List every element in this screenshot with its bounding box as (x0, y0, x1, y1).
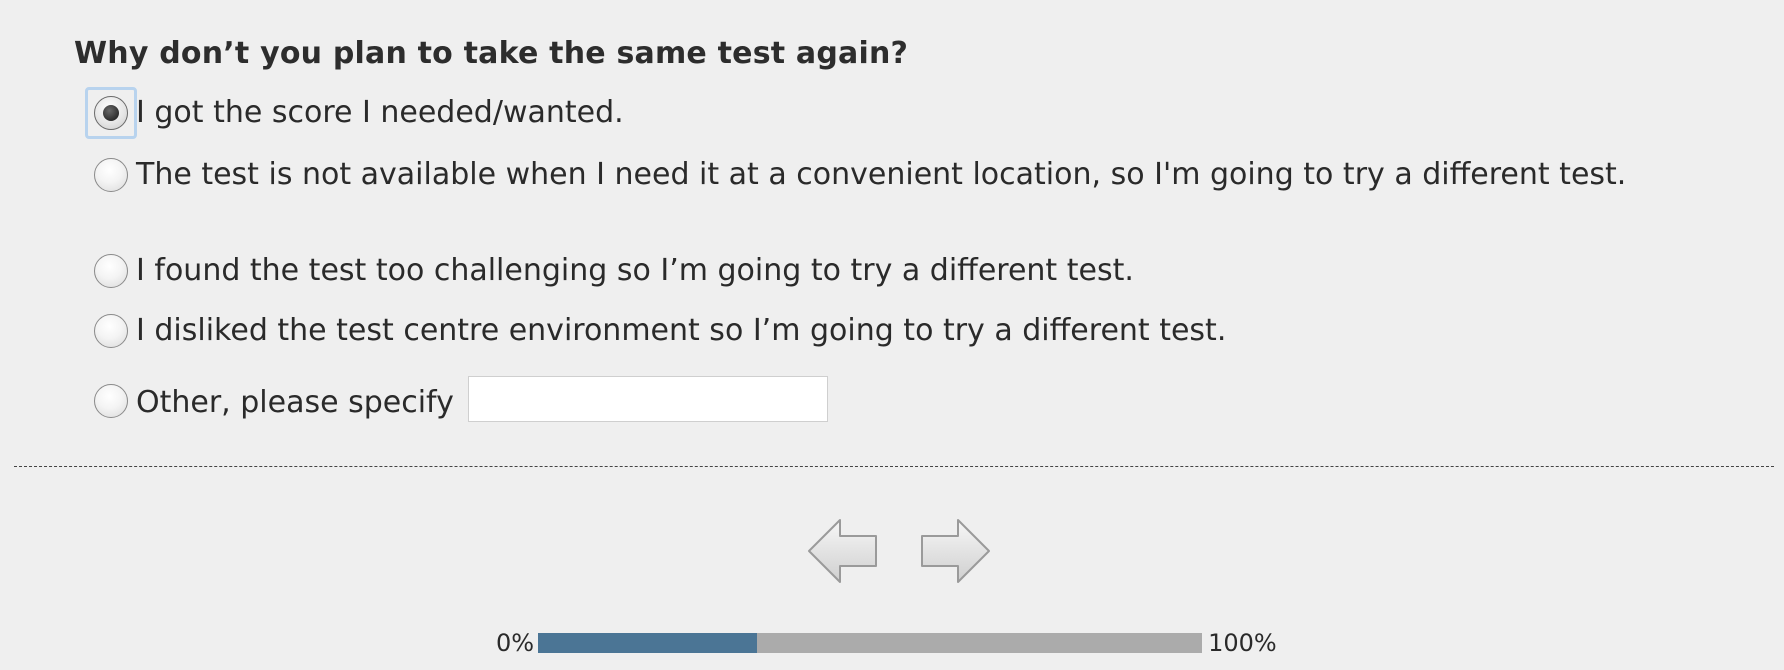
option-other[interactable]: Other, please specify (92, 375, 828, 422)
radio-wrapper (92, 252, 132, 292)
option-not-available[interactable]: The test is not available when I need it… (92, 156, 1692, 196)
option-label-too-challenging[interactable]: I found the test too challenging so I’m … (136, 252, 1134, 289)
option-label-not-available[interactable]: The test is not available when I need it… (136, 156, 1692, 193)
other-specify-input[interactable] (467, 375, 828, 422)
radio-wrapper (92, 156, 132, 196)
next-button[interactable] (918, 516, 992, 586)
section-divider (14, 466, 1774, 467)
progress-track (538, 633, 1203, 653)
option-score-needed[interactable]: I got the score I needed/wanted. (85, 87, 624, 139)
option-label-disliked-environment[interactable]: I disliked the test centre environment s… (136, 312, 1226, 349)
radio-not-available[interactable] (94, 158, 128, 192)
progress-fill (538, 633, 758, 653)
radio-disliked-environment[interactable] (94, 314, 128, 348)
arrow-right-icon (921, 519, 990, 583)
progress-start-label: 0% (496, 629, 535, 657)
option-disliked-environment[interactable]: I disliked the test centre environment s… (92, 312, 1226, 352)
option-too-challenging[interactable]: I found the test too challenging so I’m … (92, 252, 1134, 292)
radio-too-challenging[interactable] (94, 254, 128, 288)
question-title: Why don’t you plan to take the same test… (74, 36, 909, 71)
radio-wrapper (92, 312, 132, 352)
option-label-other[interactable]: Other, please specify (136, 384, 454, 421)
progress-end-label: 100% (1208, 629, 1277, 657)
option-label-score-needed[interactable]: I got the score I needed/wanted. (136, 94, 624, 131)
back-button[interactable] (806, 516, 880, 586)
radio-wrapper (85, 87, 137, 139)
radio-wrapper (92, 382, 132, 422)
radio-score-needed[interactable] (94, 96, 128, 130)
radio-other[interactable] (94, 384, 128, 418)
progress-indicator: 0% 100% (496, 629, 1277, 657)
arrow-left-icon (808, 519, 877, 583)
